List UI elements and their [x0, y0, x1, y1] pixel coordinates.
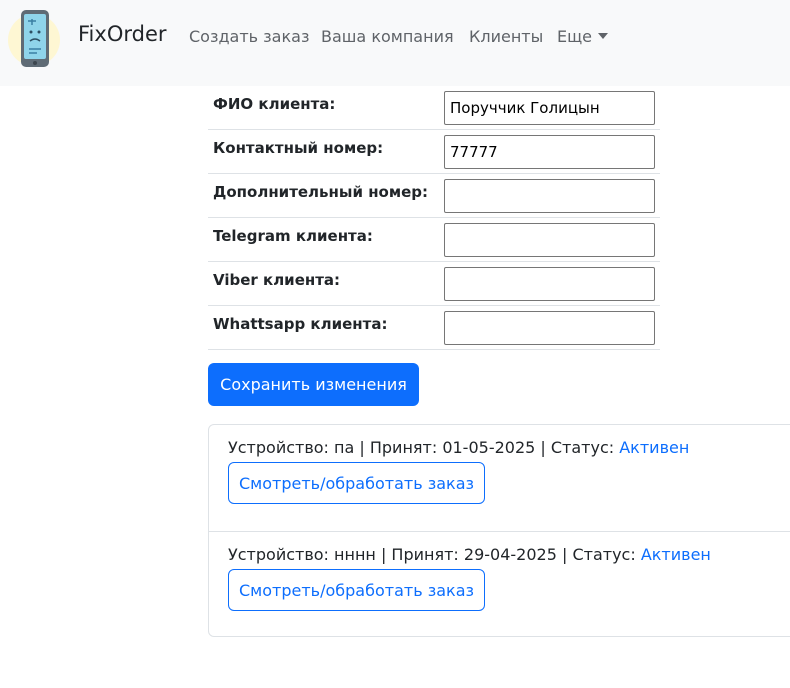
label-client-name: ФИО клиента:	[208, 86, 444, 130]
form-row-telegram: Telegram клиента:	[208, 217, 660, 262]
save-changes-button[interactable]: Сохранить изменения	[208, 363, 419, 406]
status-link[interactable]: Активен	[619, 438, 689, 457]
label-whatsapp: Whattsapp клиента:	[208, 305, 444, 350]
navbar: FixOrder Создать заказ Ваша компания Кли…	[0, 0, 790, 86]
viber-field[interactable]	[444, 266, 655, 301]
nav-create-order[interactable]: Создать заказ	[189, 27, 309, 46]
status-link[interactable]: Активен	[641, 545, 711, 564]
telegram-field[interactable]	[444, 222, 655, 257]
client-name-field[interactable]	[444, 90, 655, 125]
nav-clients[interactable]: Клиенты	[469, 27, 543, 46]
view-order-button[interactable]: Смотреть/обработать заказ	[228, 462, 485, 504]
form-row-whatsapp: Whattsapp клиента:	[208, 305, 660, 350]
view-order-button[interactable]: Смотреть/обработать заказ	[228, 569, 485, 611]
order-item: Устройство: па | Принят: 01-05-2025 | Ст…	[209, 425, 790, 532]
nav-more-label: Еще	[557, 27, 593, 46]
label-extra-phone: Дополнительный номер:	[208, 173, 444, 218]
phone-logo-icon[interactable]	[6, 8, 62, 70]
order-item: Устройство: нннн | Принят: 29-04-2025 | …	[209, 532, 790, 638]
orders-list: Устройство: па | Принят: 01-05-2025 | Ст…	[208, 424, 790, 637]
order-summary: Устройство: нннн | Принят: 29-04-2025 | …	[228, 545, 711, 564]
form-row-name: ФИО клиента:	[208, 86, 660, 130]
whatsapp-field[interactable]	[444, 310, 655, 345]
label-telegram: Telegram клиента:	[208, 217, 444, 262]
nav-your-company[interactable]: Ваша компания	[321, 27, 454, 46]
contact-phone-field[interactable]	[444, 134, 655, 169]
order-info: Устройство: нннн | Принят: 29-04-2025 | …	[228, 545, 641, 564]
order-info: Устройство: па | Принят: 01-05-2025 | Ст…	[228, 438, 620, 457]
brand-link[interactable]: FixOrder	[78, 22, 167, 46]
client-form: ФИО клиента: Контактный номер: Дополните…	[208, 86, 660, 350]
nav-more-dropdown[interactable]: Еще	[557, 27, 609, 46]
extra-phone-field[interactable]	[444, 178, 655, 213]
form-row-viber: Viber клиента:	[208, 261, 660, 306]
chevron-down-icon	[598, 33, 609, 39]
order-summary: Устройство: па | Принят: 01-05-2025 | Ст…	[228, 438, 689, 457]
label-contact-phone: Контактный номер:	[208, 129, 444, 174]
form-row-extra-phone: Дополнительный номер:	[208, 173, 660, 218]
label-viber: Viber клиента:	[208, 261, 444, 306]
form-row-phone: Контактный номер:	[208, 129, 660, 174]
